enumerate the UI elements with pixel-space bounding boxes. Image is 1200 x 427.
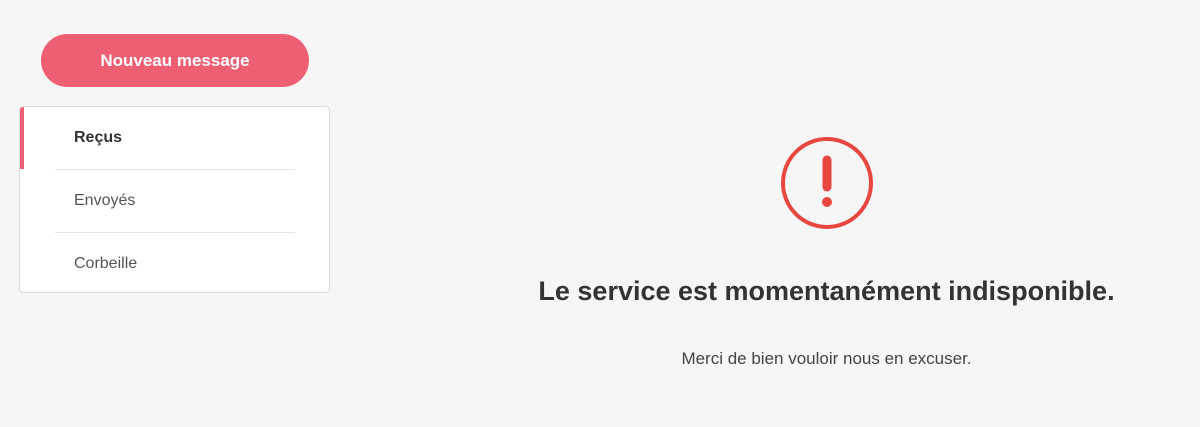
folder-list: Reçus Envoyés Corbeille	[19, 106, 330, 293]
folder-item-recus[interactable]: Reçus	[20, 107, 329, 169]
folder-item-envoyes[interactable]: Envoyés	[20, 170, 329, 232]
exclamation-circle-icon	[780, 137, 873, 229]
new-message-button[interactable]: Nouveau message	[41, 34, 309, 87]
mail-page: Nouveau message Reçus Envoyés Corbeille …	[0, 0, 1200, 427]
error-title: Le service est momentanément indisponibl…	[538, 276, 1115, 306]
folder-item-corbeille[interactable]: Corbeille	[20, 233, 329, 292]
error-message-panel: Le service est momentanément indisponibl…	[470, 130, 1183, 369]
error-subtitle: Merci de bien vouloir nous en excuser.	[681, 349, 972, 368]
